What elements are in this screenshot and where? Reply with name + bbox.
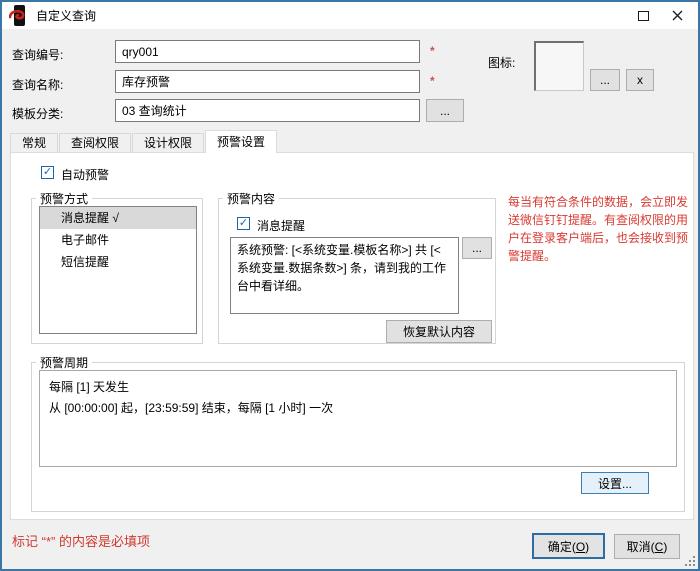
resize-grip[interactable] (686, 557, 695, 566)
template-category-browse-button[interactable]: ... (426, 99, 464, 122)
query-code-required-star: * (430, 44, 435, 58)
alert-method-listbox: 消息提醒 √ 电子邮件 短信提醒 (39, 206, 197, 334)
alert-message-browse-button[interactable]: ... (462, 237, 492, 259)
cancel-button-label: 取消(C) (627, 538, 668, 555)
template-category-label: 模板分类: (12, 105, 63, 122)
ok-button[interactable]: 确定(O) (532, 533, 605, 559)
alert-message-textarea[interactable]: 系统预警: [<系统变量.模板名称>] 共 [<系统变量.数据条数>] 条，请到… (230, 237, 459, 314)
tab-view-permission[interactable]: 查阅权限 (59, 133, 131, 153)
app-logo-icon (9, 5, 29, 26)
tabstrip: 常规 查阅权限 设计权限 预警设置 (10, 132, 278, 153)
message-reminder-checkbox[interactable]: ✓ (237, 217, 250, 230)
cycle-settings-button[interactable]: 设置... (581, 472, 649, 494)
icon-browse-button[interactable]: ... (590, 69, 620, 91)
template-category-input[interactable] (115, 99, 420, 122)
alert-tip-text: 每当有符合条件的数据，会立即发送微信钉钉提醒。有查阅权限的用户在登录客户端后，也… (508, 193, 694, 265)
message-reminder-label: 消息提醒 (257, 217, 305, 234)
icon-clear-button[interactable]: x (626, 69, 654, 91)
titlebar[interactable]: 自定义查询 (2, 2, 698, 29)
required-fields-note: 标记 “*” 的内容是必填项 (12, 531, 150, 550)
maximize-icon (638, 11, 649, 21)
cycle-line-2: 从 [00:00:00] 起，[23:59:59] 结束，每隔 [1 小时] 一… (49, 398, 667, 419)
query-code-label: 查询编号: (12, 46, 63, 63)
alert-cycle-group-title: 预警周期 (36, 354, 92, 371)
ok-button-label: 确定(O) (548, 538, 589, 555)
alert-cycle-description-box[interactable]: 每隔 [1] 天发生 从 [00:00:00] 起，[23:59:59] 结束，… (39, 370, 677, 467)
restore-default-content-button[interactable]: 恢复默认内容 (386, 320, 492, 343)
query-name-required-star: * (430, 74, 435, 88)
auto-alert-label: 自动预警 (61, 166, 109, 183)
auto-alert-checkbox[interactable]: ✓ (41, 166, 54, 179)
tab-alert-settings[interactable]: 预警设置 (205, 130, 277, 153)
query-name-label: 查询名称: (12, 76, 63, 93)
icon-label: 图标: (488, 54, 515, 71)
window-title: 自定义查询 (36, 7, 96, 24)
cancel-button[interactable]: 取消(C) (614, 534, 680, 559)
icon-preview-box[interactable] (534, 41, 584, 91)
alert-settings-panel: ✓ 自动预警 预警方式 消息提醒 √ 电子邮件 短信提醒 预警内容 ✓ 消息提醒… (10, 152, 694, 520)
custom-query-dialog: 自定义查询 查询编号: * 查询名称: * 模板分类: ... 图标: ... … (0, 0, 700, 571)
query-code-input[interactable] (115, 40, 420, 63)
list-item-email[interactable]: 电子邮件 (40, 229, 196, 251)
close-button[interactable] (662, 2, 692, 29)
maximize-button[interactable] (628, 2, 658, 29)
cycle-line-1: 每隔 [1] 天发生 (49, 377, 667, 398)
query-name-input[interactable] (115, 70, 420, 93)
close-icon (672, 10, 683, 21)
alert-method-group-title: 预警方式 (36, 190, 92, 207)
tab-general[interactable]: 常规 (10, 133, 58, 153)
list-item-message-reminder[interactable]: 消息提醒 √ (40, 207, 196, 229)
tab-design-permission[interactable]: 设计权限 (132, 133, 204, 153)
alert-content-group-title: 预警内容 (223, 190, 279, 207)
list-item-sms[interactable]: 短信提醒 (40, 251, 196, 273)
